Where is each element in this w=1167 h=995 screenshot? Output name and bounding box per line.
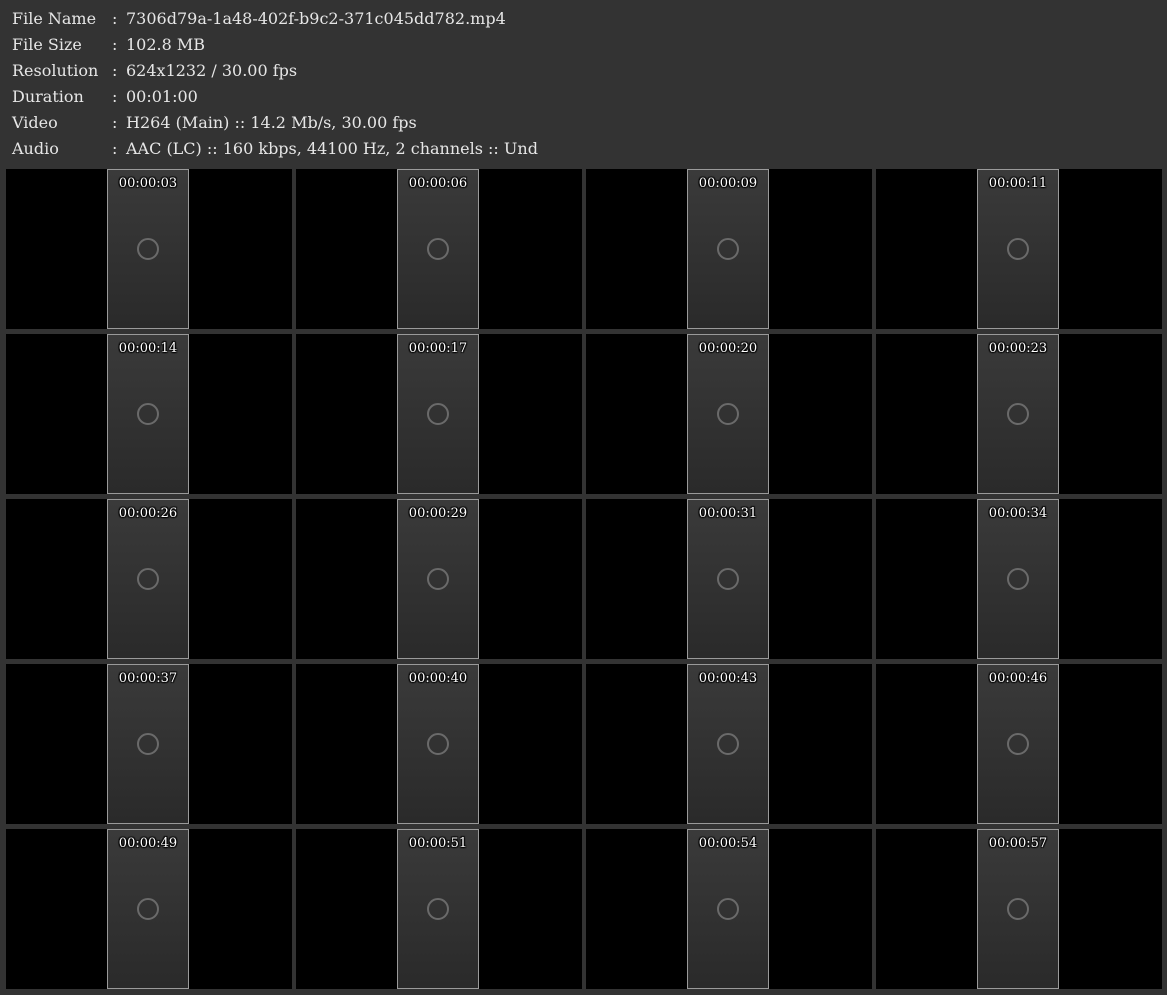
meta-separator: : <box>112 139 118 158</box>
meta-value: AAC (LC) :: 160 kbps, 44100 Hz, 2 channe… <box>126 139 538 158</box>
thumbnail-cell: 00:00:31 <box>586 499 872 659</box>
thumbnail-cell: 00:00:40 <box>296 664 582 824</box>
meta-value: 7306d79a-1a48-402f-b9c2-371c045dd782.mp4 <box>126 9 506 28</box>
meta-separator: : <box>112 35 118 54</box>
meta-separator: : <box>112 113 118 132</box>
thumbnail-timestamp: 00:00:29 <box>408 506 468 521</box>
thumbnail-cell: 00:00:37 <box>6 664 292 824</box>
thumbnail-timestamp: 00:00:23 <box>988 341 1048 356</box>
thumbnail-timestamp: 00:00:57 <box>988 836 1048 851</box>
thumbnail-placeholder: 00:00:17 <box>397 334 479 494</box>
meta-separator: : <box>112 61 118 80</box>
thumbnail-cell: 00:00:11 <box>876 169 1162 329</box>
thumbnail-placeholder: 00:00:20 <box>687 334 769 494</box>
thumbnail-timestamp: 00:00:51 <box>408 836 468 851</box>
thumbnail-placeholder: 00:00:40 <box>397 664 479 824</box>
thumbnail-placeholder: 00:00:03 <box>107 169 189 329</box>
thumbnail-placeholder: 00:00:26 <box>107 499 189 659</box>
meta-value: H264 (Main) :: 14.2 Mb/s, 30.00 fps <box>126 113 417 132</box>
thumbnail-placeholder: 00:00:23 <box>977 334 1059 494</box>
thumbnail-timestamp: 00:00:03 <box>118 176 178 191</box>
thumbnail-placeholder: 00:00:31 <box>687 499 769 659</box>
media-info-header: File Name : 7306d79a-1a48-402f-b9c2-371c… <box>0 0 1167 166</box>
thumbnail-placeholder: 00:00:57 <box>977 829 1059 989</box>
thumbnail-placeholder: 00:00:34 <box>977 499 1059 659</box>
meta-value: 624x1232 / 30.00 fps <box>126 61 298 80</box>
meta-label: File Name <box>12 9 97 28</box>
thumbnail-timestamp: 00:00:40 <box>408 671 468 686</box>
thumbnail-timestamp: 00:00:43 <box>698 671 758 686</box>
meta-label: File Size <box>12 35 82 54</box>
meta-label: Audio <box>12 139 59 158</box>
thumbnail-placeholder: 00:00:11 <box>977 169 1059 329</box>
meta-row-resolution: Resolution : 624x1232 / 30.00 fps <box>12 58 1167 84</box>
meta-row-video: Video : H264 (Main) :: 14.2 Mb/s, 30.00 … <box>12 110 1167 136</box>
thumbnail-cell: 00:00:43 <box>586 664 872 824</box>
meta-label: Resolution <box>12 61 99 80</box>
thumbnail-timestamp: 00:00:46 <box>988 671 1048 686</box>
thumbnail-timestamp: 00:00:54 <box>698 836 758 851</box>
thumbnail-placeholder: 00:00:43 <box>687 664 769 824</box>
thumbnail-timestamp: 00:00:34 <box>988 506 1048 521</box>
meta-separator: : <box>112 87 118 106</box>
thumbnail-cell: 00:00:26 <box>6 499 292 659</box>
thumbnail-placeholder: 00:00:29 <box>397 499 479 659</box>
thumbnail-placeholder: 00:00:14 <box>107 334 189 494</box>
thumbnail-placeholder: 00:00:06 <box>397 169 479 329</box>
meta-separator: : <box>112 9 118 28</box>
thumbnail-cell: 00:00:49 <box>6 829 292 989</box>
thumbnail-grid: 00:00:03 00:00:06 00:00:09 00:00:11 00:0… <box>6 169 1162 990</box>
thumbnail-cell: 00:00:57 <box>876 829 1162 989</box>
thumbnail-cell: 00:00:14 <box>6 334 292 494</box>
meta-row-file-size: File Size : 102.8 MB <box>12 32 1167 58</box>
thumbnail-timestamp: 00:00:06 <box>408 176 468 191</box>
thumbnail-cell: 00:00:46 <box>876 664 1162 824</box>
thumbnail-cell: 00:00:06 <box>296 169 582 329</box>
thumbnail-cell: 00:00:09 <box>586 169 872 329</box>
thumbnail-timestamp: 00:00:14 <box>118 341 178 356</box>
thumbnail-cell: 00:00:34 <box>876 499 1162 659</box>
thumbnail-timestamp: 00:00:17 <box>408 341 468 356</box>
thumbnail-placeholder: 00:00:51 <box>397 829 479 989</box>
thumbnail-cell: 00:00:17 <box>296 334 582 494</box>
thumbnail-timestamp: 00:00:31 <box>698 506 758 521</box>
meta-row-audio: Audio : AAC (LC) :: 160 kbps, 44100 Hz, … <box>12 136 1167 162</box>
thumbnail-cell: 00:00:29 <box>296 499 582 659</box>
thumbnail-placeholder: 00:00:37 <box>107 664 189 824</box>
thumbnail-cell: 00:00:23 <box>876 334 1162 494</box>
thumbnail-placeholder: 00:00:09 <box>687 169 769 329</box>
meta-value: 00:01:00 <box>126 87 198 106</box>
meta-label: Video <box>12 113 58 132</box>
thumbnail-timestamp: 00:00:09 <box>698 176 758 191</box>
thumbnail-cell: 00:00:54 <box>586 829 872 989</box>
meta-value: 102.8 MB <box>126 35 206 54</box>
thumbnail-placeholder: 00:00:46 <box>977 664 1059 824</box>
meta-label: Duration <box>12 87 84 106</box>
thumbnail-timestamp: 00:00:49 <box>118 836 178 851</box>
thumbnail-placeholder: 00:00:54 <box>687 829 769 989</box>
thumbnail-timestamp: 00:00:20 <box>698 341 758 356</box>
thumbnail-timestamp: 00:00:26 <box>118 506 178 521</box>
thumbnail-placeholder: 00:00:49 <box>107 829 189 989</box>
thumbnail-cell: 00:00:03 <box>6 169 292 329</box>
thumbnail-cell: 00:00:20 <box>586 334 872 494</box>
meta-row-duration: Duration : 00:01:00 <box>12 84 1167 110</box>
thumbnail-timestamp: 00:00:11 <box>988 176 1048 191</box>
meta-row-file-name: File Name : 7306d79a-1a48-402f-b9c2-371c… <box>12 6 1167 32</box>
thumbnail-cell: 00:00:51 <box>296 829 582 989</box>
thumbnail-timestamp: 00:00:37 <box>118 671 178 686</box>
